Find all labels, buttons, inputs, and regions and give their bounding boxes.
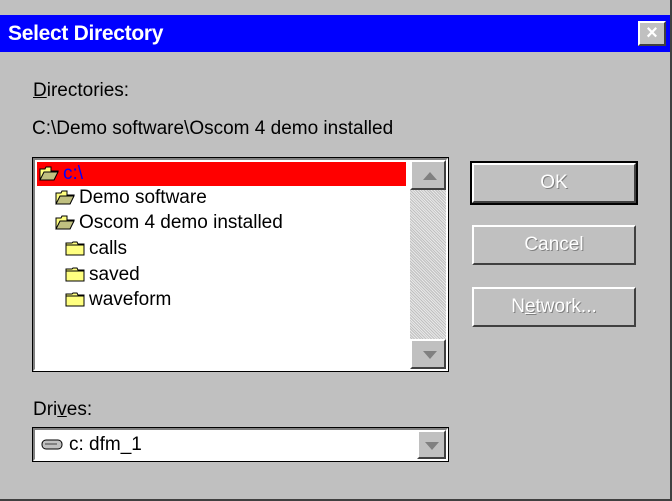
title-bar[interactable]: Select Directory × (0, 15, 670, 52)
list-item-oscom[interactable]: Oscom 4 demo installed (55, 211, 283, 235)
list-item-calls[interactable]: calls (65, 237, 127, 261)
scroll-up-button[interactable] (410, 160, 446, 190)
close-button[interactable]: × (638, 21, 666, 46)
cancel-button[interactable]: Cancel (472, 225, 636, 265)
ok-button[interactable]: OK (470, 161, 638, 205)
current-path: C:\Demo software\Oscom 4 demo installed (32, 118, 394, 139)
drives-dropdown-button[interactable] (417, 430, 446, 459)
list-item-label: saved (89, 264, 140, 285)
select-directory-dialog: Select Directory × Directories: C:\Demo … (0, 0, 672, 501)
hard-drive-icon (41, 439, 63, 450)
drives-selected-value: c: dfm_1 (69, 434, 142, 455)
open-folder-icon (55, 190, 75, 205)
open-folder-icon (55, 215, 75, 230)
list-item-label: Demo software (79, 187, 207, 208)
arrow-down-icon (423, 351, 437, 359)
list-item-demo-software[interactable]: Demo software (55, 186, 207, 210)
list-item-label: waveform (89, 289, 172, 310)
list-item-label: calls (89, 238, 128, 259)
folder-icon (65, 267, 85, 282)
drives-label: Drives: (33, 399, 93, 420)
scroll-down-button[interactable] (410, 339, 446, 369)
vertical-scrollbar[interactable] (410, 160, 446, 369)
open-folder-icon (39, 166, 59, 181)
drives-combobox[interactable]: c: dfm_1 (32, 427, 449, 462)
list-item-waveform[interactable]: waveform (65, 288, 171, 312)
network-button[interactable]: Network... (472, 287, 636, 327)
list-item-root[interactable]: c:\ (37, 162, 406, 186)
list-item-label: c:\ (63, 163, 84, 184)
list-item-label: Oscom 4 demo installed (79, 212, 283, 233)
arrow-up-icon (423, 172, 437, 180)
chevron-down-icon (425, 442, 439, 450)
folder-icon (65, 292, 85, 307)
directory-list[interactable]: c:\ Demo software Oscom 4 demo installed… (32, 157, 449, 372)
folder-icon (65, 241, 85, 256)
directories-label: Directories: (33, 80, 130, 101)
window-title: Select Directory (8, 22, 164, 45)
list-item-saved[interactable]: saved (65, 263, 140, 287)
